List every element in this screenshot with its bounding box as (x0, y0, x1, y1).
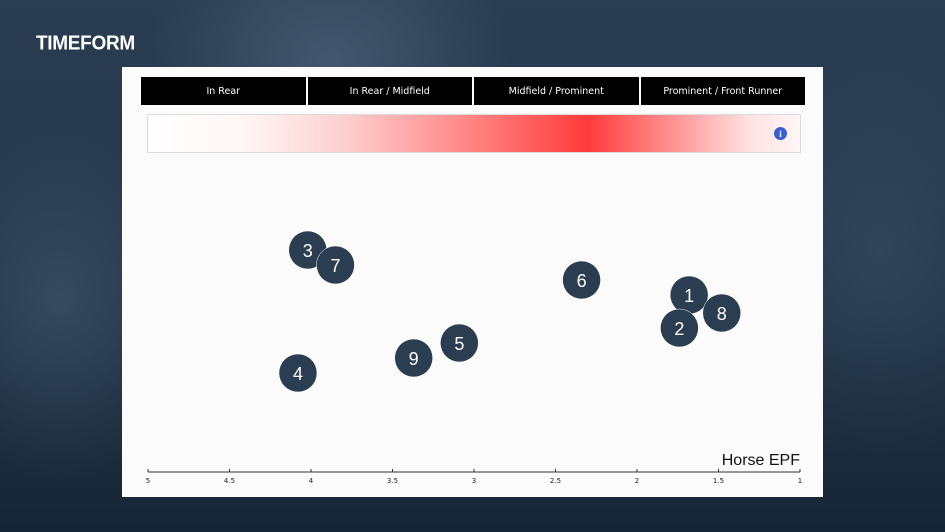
point-label: 4 (293, 364, 303, 384)
horse-point-1[interactable]: 1 (669, 275, 709, 315)
point-label: 2 (674, 319, 684, 339)
x-tick-label: 4.5 (224, 477, 235, 485)
x-tick-label: 4 (309, 477, 314, 485)
horse-point-8[interactable]: 8 (702, 293, 742, 333)
point-label: 5 (454, 334, 464, 354)
horse-point-7[interactable]: 7 (316, 245, 355, 285)
x-tick-label: 1 (798, 477, 802, 485)
horse-point-9[interactable]: 9 (394, 338, 433, 378)
pace-map-panel: In Rear In Rear / Midfield Midfield / Pr… (122, 67, 823, 497)
point-label: 3 (303, 241, 313, 261)
timeform-logo: TIMEFORM (36, 32, 135, 55)
point-label: 7 (330, 256, 340, 276)
x-axis-label: Horse EPF (722, 452, 800, 469)
x-axis: 5 4.5 4 3.5 3 2.5 2 1.5 1 (146, 469, 802, 485)
horse-point-5[interactable]: 5 (440, 323, 479, 363)
x-tick-label: 3.5 (387, 477, 398, 485)
point-label: 6 (577, 271, 587, 291)
x-tick-label: 2.5 (550, 477, 561, 485)
x-tick-label: 5 (146, 477, 150, 485)
x-tick-label: 3 (472, 477, 476, 485)
point-label: 9 (409, 349, 419, 369)
horse-point-2[interactable]: 2 (660, 308, 699, 348)
point-label: 8 (717, 304, 727, 324)
horse-point-4[interactable]: 4 (278, 353, 318, 393)
point-label: 1 (684, 286, 694, 306)
epf-scatter-plot: 5 4.5 4 3.5 3 2.5 2 1.5 1 376182594 Horse EPF (146, 230, 802, 485)
x-tick-label: 1.5 (713, 477, 724, 485)
x-tick-label: 2 (635, 477, 639, 485)
horse-points: 37 6 1 8 2 5 9 4 (278, 230, 742, 393)
horse-point-6[interactable]: 6 (562, 260, 601, 300)
